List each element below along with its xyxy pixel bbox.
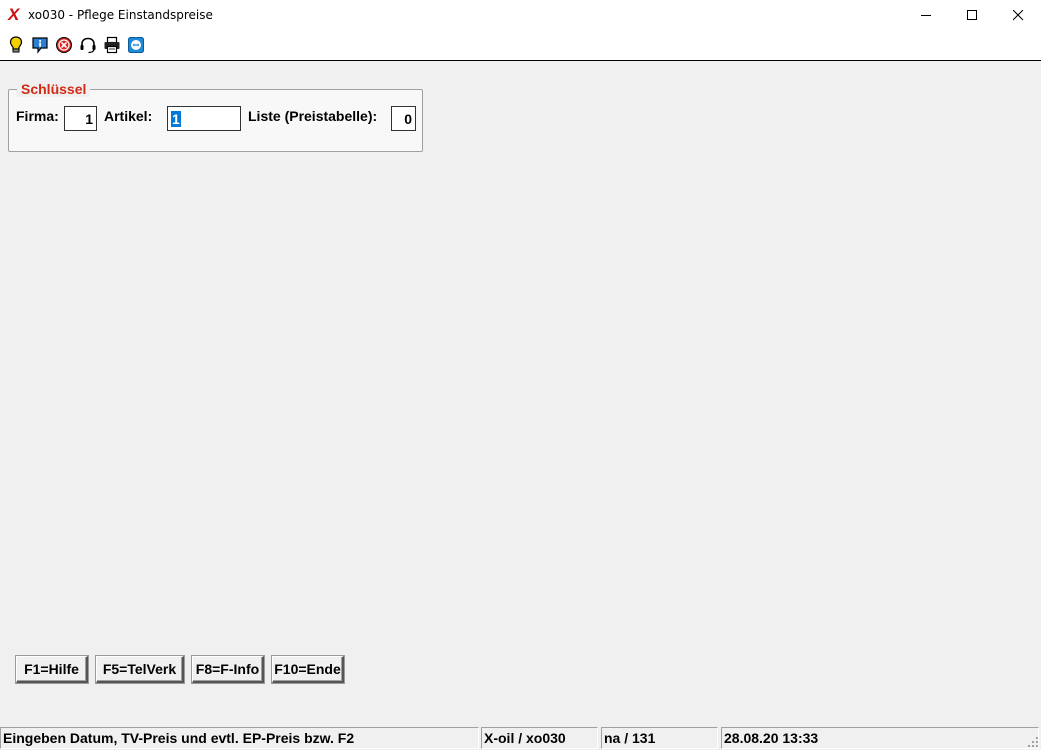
firma-input[interactable]: 1 — [64, 106, 97, 131]
resize-grip-icon[interactable] — [1027, 736, 1039, 748]
window-controls — [903, 0, 1041, 30]
status-bar: Eingeben Datum, TV-Preis und evtl. EP-Pr… — [0, 727, 1041, 750]
printer-icon — [104, 36, 120, 54]
artikel-label: Artikel: — [104, 108, 153, 124]
groupbox-legend: Schlüssel — [17, 81, 91, 97]
minimize-icon — [920, 14, 931, 16]
artikel-value: 1 — [171, 110, 181, 127]
hint-button[interactable] — [4, 33, 28, 57]
liste-input[interactable]: 0 — [391, 106, 416, 131]
lightbulb-icon — [9, 36, 23, 53]
close-icon — [1012, 9, 1023, 20]
artikel-input[interactable]: 1 — [167, 106, 241, 131]
status-program: X-oil / xo030 — [481, 727, 598, 749]
window-title: xo030 - Pflege Einstandspreise — [28, 8, 213, 22]
cancel-button[interactable] — [52, 33, 76, 57]
toolbar — [0, 30, 1041, 61]
liste-value: 0 — [404, 110, 412, 127]
status-datetime: 28.08.20 13:33 — [721, 727, 1039, 749]
info-icon — [32, 37, 48, 54]
maximize-button[interactable] — [949, 0, 995, 30]
minimize-button[interactable] — [903, 0, 949, 30]
firma-label: Firma: — [16, 108, 59, 124]
print-button[interactable] — [100, 33, 124, 57]
status-message: Eingeben Datum, TV-Preis und evtl. EP-Pr… — [0, 727, 479, 749]
remote-support-button[interactable] — [124, 33, 148, 57]
f8-finfo-button[interactable]: F8=F-Info — [192, 656, 264, 683]
app-logo-icon: X — [8, 5, 20, 24]
firma-value: 1 — [85, 110, 93, 127]
close-button[interactable] — [995, 0, 1041, 30]
key-groupbox: Schlüssel Firma: 1 Artikel: 1 Liste (Pre… — [8, 81, 423, 152]
f10-exit-button[interactable]: F10=Ende — [272, 656, 344, 683]
headset-icon — [80, 37, 96, 54]
title-bar: X xo030 - Pflege Einstandspreise — [0, 0, 1041, 30]
f1-help-button[interactable]: F1=Hilfe — [16, 656, 88, 683]
info-button[interactable] — [28, 33, 52, 57]
f5-telverk-button[interactable]: F5=TelVerk — [96, 656, 184, 683]
support-button[interactable] — [76, 33, 100, 57]
liste-label: Liste (Preistabelle): — [248, 108, 378, 124]
status-user: na / 131 — [601, 727, 718, 749]
maximize-icon — [966, 9, 977, 20]
remote-support-icon — [128, 37, 144, 53]
stop-icon — [56, 37, 72, 53]
